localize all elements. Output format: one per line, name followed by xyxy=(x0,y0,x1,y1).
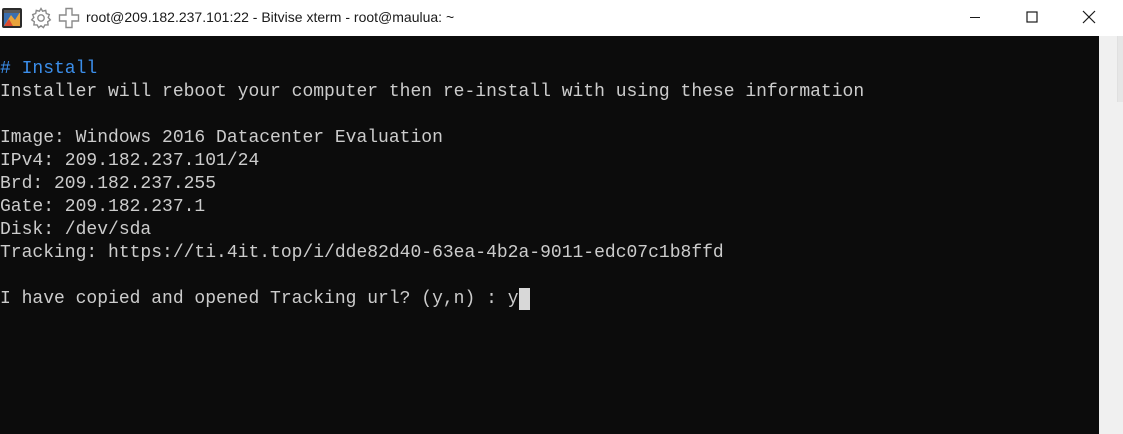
window-title: root@209.182.237.101:22 - Bitvise xterm … xyxy=(86,9,455,25)
terminal-line-tracking: Tracking: https://ti.4it.top/i/dde82d40-… xyxy=(0,243,724,263)
maximize-button[interactable] xyxy=(1003,0,1061,34)
close-icon xyxy=(1082,10,1096,24)
maximize-icon xyxy=(1026,11,1038,23)
terminal-line-heading: # Install xyxy=(0,59,98,79)
terminal-line-brd: Brd: 209.182.237.255 xyxy=(0,174,217,194)
scrollbar[interactable] xyxy=(1099,36,1123,434)
terminal-output[interactable]: # Install Installer will reboot your com… xyxy=(0,36,1099,434)
text-cursor xyxy=(518,288,530,310)
terminal-prompt-line[interactable]: I have copied and opened Tracking url? (… xyxy=(0,288,530,311)
title-bar[interactable]: root@209.182.237.101:22 - Bitvise xterm … xyxy=(0,0,1123,36)
minimize-icon xyxy=(970,17,980,18)
new-terminal-icon[interactable] xyxy=(57,6,81,30)
close-button[interactable] xyxy=(1060,0,1118,34)
terminal-line: Installer will reboot your computer then… xyxy=(0,82,865,102)
terminal-line-image: Image: Windows 2016 Datacenter Evaluatio… xyxy=(0,128,443,148)
prompt-input[interactable]: y xyxy=(508,289,519,309)
scrollbar-thumb[interactable] xyxy=(1117,36,1123,102)
prompt-text: I have copied and opened Tracking url? (… xyxy=(0,289,508,309)
gear-icon[interactable] xyxy=(29,6,53,30)
minimize-button[interactable] xyxy=(946,0,1004,34)
bitvise-app-icon[interactable] xyxy=(1,7,23,29)
bitvise-xterm-window: root@209.182.237.101:22 - Bitvise xterm … xyxy=(0,0,1123,434)
terminal-line-disk: Disk: /dev/sda xyxy=(0,220,152,240)
terminal-line-gate: Gate: 209.182.237.1 xyxy=(0,197,206,217)
terminal-line-ipv4: IPv4: 209.182.237.101/24 xyxy=(0,151,260,171)
